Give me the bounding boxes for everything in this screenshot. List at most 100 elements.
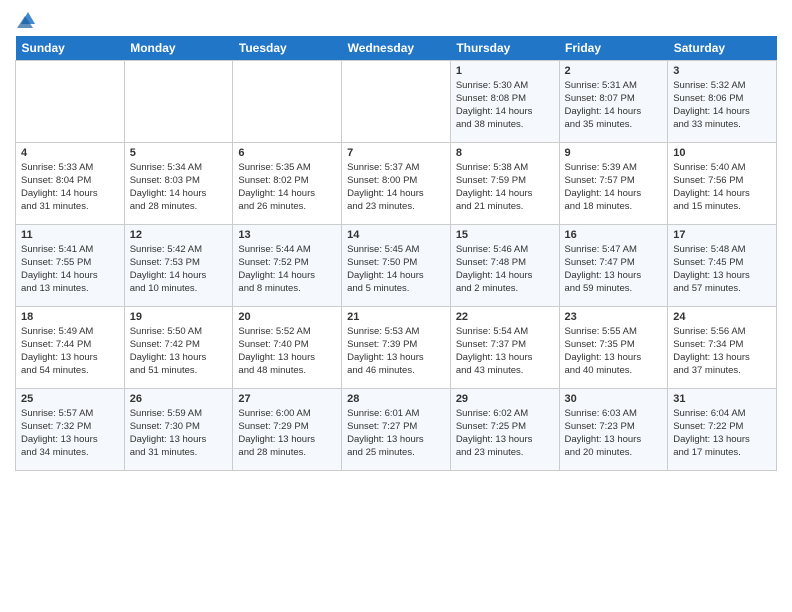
calendar-cell: [342, 61, 451, 143]
day-number: 23: [565, 311, 663, 323]
calendar-cell: 4Sunrise: 5:33 AM Sunset: 8:04 PM Daylig…: [16, 143, 125, 225]
day-number: 2: [565, 65, 663, 77]
calendar-cell: 8 Sunrise: 5:38 AM Sunset: 7:59 PM Daylig…: [450, 143, 559, 225]
calendar-table: SundayMondayTuesdayWednesdayThursdayFrid…: [15, 36, 777, 471]
day-number: 13: [238, 229, 336, 241]
day-number: 3: [673, 65, 771, 77]
calendar-week-row: 18 Sunrise: 5:49 AM Sunset: 7:44 PM Dayli…: [16, 307, 777, 389]
weekday-header-tuesday: Tuesday: [233, 36, 342, 61]
day-info: Sunrise: 5:41 AM Sunset: 7:55 PM Dayligh…: [21, 243, 119, 295]
calendar-cell: 24Sunrise: 5:56 AM Sunset: 7:34 PM Dayli…: [668, 307, 777, 389]
calendar-cell: [124, 61, 233, 143]
day-info: Sunrise: 6:03 AM Sunset: 7:23 PM Dayligh…: [565, 407, 663, 459]
day-info: Sunrise: 5:48 AM Sunset: 7:45 PM Dayligh…: [673, 243, 771, 295]
calendar-cell: 31 Sunrise: 6:04 AM Sunset: 7:22 PM Dayli…: [668, 389, 777, 471]
day-info: Sunrise: 6:00 AM Sunset: 7:29 PM Dayligh…: [238, 407, 336, 459]
day-number: 27: [238, 393, 336, 405]
day-info: Sunrise: 5:54 AM Sunset: 7:37 PM Dayligh…: [456, 325, 554, 377]
day-info: Sunrise: 6:04 AM Sunset: 7:22 PM Dayligh…: [673, 407, 771, 459]
day-info: Sunrise: 5:35 AM Sunset: 8:02 PM Dayligh…: [238, 161, 336, 213]
day-number: 6: [238, 147, 336, 159]
calendar-cell: 23 Sunrise: 5:55 AM Sunset: 7:35 PM Dayli…: [559, 307, 668, 389]
day-number: 30: [565, 393, 663, 405]
calendar-cell: 15Sunrise: 5:46 AM Sunset: 7:48 PM Dayli…: [450, 225, 559, 307]
calendar-cell: 20 Sunrise: 5:52 AM Sunset: 7:40 PM Dayli…: [233, 307, 342, 389]
day-info: Sunrise: 5:53 AM Sunset: 7:39 PM Dayligh…: [347, 325, 445, 377]
day-number: 11: [21, 229, 119, 241]
day-info: Sunrise: 5:38 AM Sunset: 7:59 PM Dayligh…: [456, 161, 554, 213]
day-info: Sunrise: 5:52 AM Sunset: 7:40 PM Dayligh…: [238, 325, 336, 377]
day-number: 22: [456, 311, 554, 323]
day-info: Sunrise: 5:40 AM Sunset: 7:56 PM Dayligh…: [673, 161, 771, 213]
calendar-cell: [16, 61, 125, 143]
calendar-cell: 25Sunrise: 5:57 AM Sunset: 7:32 PM Dayli…: [16, 389, 125, 471]
day-number: 31: [673, 393, 771, 405]
weekday-header-row: SundayMondayTuesdayWednesdayThursdayFrid…: [16, 36, 777, 61]
calendar-cell: 6 Sunrise: 5:35 AM Sunset: 8:02 PM Daylig…: [233, 143, 342, 225]
day-number: 16: [565, 229, 663, 241]
page-container: SundayMondayTuesdayWednesdayThursdayFrid…: [0, 0, 792, 481]
day-info: Sunrise: 6:01 AM Sunset: 7:27 PM Dayligh…: [347, 407, 445, 459]
day-info: Sunrise: 5:31 AM Sunset: 8:07 PM Dayligh…: [565, 79, 663, 131]
day-info: Sunrise: 5:34 AM Sunset: 8:03 PM Dayligh…: [130, 161, 228, 213]
calendar-week-row: 25Sunrise: 5:57 AM Sunset: 7:32 PM Dayli…: [16, 389, 777, 471]
day-number: 21: [347, 311, 445, 323]
weekday-header-friday: Friday: [559, 36, 668, 61]
day-info: Sunrise: 5:55 AM Sunset: 7:35 PM Dayligh…: [565, 325, 663, 377]
day-number: 19: [130, 311, 228, 323]
day-info: Sunrise: 5:47 AM Sunset: 7:47 PM Dayligh…: [565, 243, 663, 295]
calendar-cell: 22 Sunrise: 5:54 AM Sunset: 7:37 PM Dayli…: [450, 307, 559, 389]
day-info: Sunrise: 5:50 AM Sunset: 7:42 PM Dayligh…: [130, 325, 228, 377]
day-info: Sunrise: 5:39 AM Sunset: 7:57 PM Dayligh…: [565, 161, 663, 213]
day-number: 28: [347, 393, 445, 405]
calendar-cell: 21 Sunrise: 5:53 AM Sunset: 7:39 PM Dayli…: [342, 307, 451, 389]
day-number: 9: [565, 147, 663, 159]
day-info: Sunrise: 5:59 AM Sunset: 7:30 PM Dayligh…: [130, 407, 228, 459]
calendar-cell: 19 Sunrise: 5:50 AM Sunset: 7:42 PM Dayli…: [124, 307, 233, 389]
day-info: Sunrise: 5:32 AM Sunset: 8:06 PM Dayligh…: [673, 79, 771, 131]
calendar-cell: 1 Sunrise: 5:30 AM Sunset: 8:08 PM Daylig…: [450, 61, 559, 143]
calendar-cell: 9 Sunrise: 5:39 AM Sunset: 7:57 PM Daylig…: [559, 143, 668, 225]
day-number: 24: [673, 311, 771, 323]
day-info: Sunrise: 5:37 AM Sunset: 8:00 PM Dayligh…: [347, 161, 445, 213]
day-info: Sunrise: 5:42 AM Sunset: 7:53 PM Dayligh…: [130, 243, 228, 295]
header: [15, 10, 777, 28]
day-number: 15: [456, 229, 554, 241]
logo: [15, 10, 39, 28]
day-number: 8: [456, 147, 554, 159]
weekday-header-thursday: Thursday: [450, 36, 559, 61]
calendar-cell: [233, 61, 342, 143]
weekday-header-monday: Monday: [124, 36, 233, 61]
calendar-cell: 28 Sunrise: 6:01 AM Sunset: 7:27 PM Dayli…: [342, 389, 451, 471]
calendar-cell: 18 Sunrise: 5:49 AM Sunset: 7:44 PM Dayli…: [16, 307, 125, 389]
calendar-cell: 26 Sunrise: 5:59 AM Sunset: 7:30 PM Dayli…: [124, 389, 233, 471]
day-number: 29: [456, 393, 554, 405]
calendar-cell: 5 Sunrise: 5:34 AM Sunset: 8:03 PM Daylig…: [124, 143, 233, 225]
weekday-header-sunday: Sunday: [16, 36, 125, 61]
day-info: Sunrise: 5:57 AM Sunset: 7:32 PM Dayligh…: [21, 407, 119, 459]
day-info: Sunrise: 5:49 AM Sunset: 7:44 PM Dayligh…: [21, 325, 119, 377]
calendar-cell: 3 Sunrise: 5:32 AM Sunset: 8:06 PM Daylig…: [668, 61, 777, 143]
day-info: Sunrise: 5:30 AM Sunset: 8:08 PM Dayligh…: [456, 79, 554, 131]
day-number: 10: [673, 147, 771, 159]
weekday-header-saturday: Saturday: [668, 36, 777, 61]
calendar-cell: 30 Sunrise: 6:03 AM Sunset: 7:23 PM Dayli…: [559, 389, 668, 471]
calendar-cell: 13 Sunrise: 5:44 AM Sunset: 7:52 PM Dayli…: [233, 225, 342, 307]
day-info: Sunrise: 5:44 AM Sunset: 7:52 PM Dayligh…: [238, 243, 336, 295]
logo-icon: [17, 10, 39, 28]
calendar-cell: 17 Sunrise: 5:48 AM Sunset: 7:45 PM Dayli…: [668, 225, 777, 307]
calendar-cell: 16 Sunrise: 5:47 AM Sunset: 7:47 PM Dayli…: [559, 225, 668, 307]
day-number: 14: [347, 229, 445, 241]
day-number: 26: [130, 393, 228, 405]
calendar-week-row: 4Sunrise: 5:33 AM Sunset: 8:04 PM Daylig…: [16, 143, 777, 225]
weekday-header-wednesday: Wednesday: [342, 36, 451, 61]
day-number: 17: [673, 229, 771, 241]
day-number: 18: [21, 311, 119, 323]
day-number: 1: [456, 65, 554, 77]
day-number: 5: [130, 147, 228, 159]
day-info: Sunrise: 5:45 AM Sunset: 7:50 PM Dayligh…: [347, 243, 445, 295]
calendar-cell: 10 Sunrise: 5:40 AM Sunset: 7:56 PM Dayli…: [668, 143, 777, 225]
day-number: 20: [238, 311, 336, 323]
day-number: 4: [21, 147, 119, 159]
calendar-cell: 11 Sunrise: 5:41 AM Sunset: 7:55 PM Dayli…: [16, 225, 125, 307]
